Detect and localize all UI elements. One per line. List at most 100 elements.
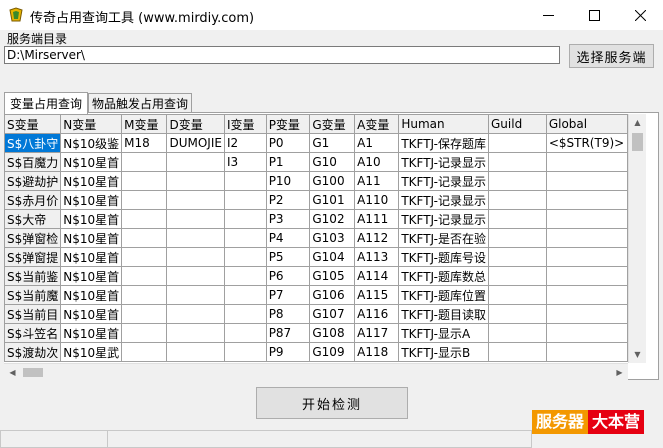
scroll-left-icon[interactable]: ◀ (4, 364, 21, 381)
table-row[interactable]: S$大帝 N$10星首 P3 G102 A111 TKFTJ-记录显示 (4, 209, 628, 229)
table-cell[interactable] (223, 228, 267, 248)
table-cell[interactable] (488, 323, 547, 343)
table-cell[interactable]: G109 (309, 342, 356, 362)
table-row[interactable]: S$百魔力 N$10星首 I3 P1 G10 A10 TKFTJ-记录显示 (4, 152, 628, 172)
table-cell[interactable]: A110 (354, 190, 400, 210)
table-cell[interactable]: P2 (265, 190, 311, 210)
table-cell[interactable]: TKFTJ-记录显示 (398, 171, 489, 191)
scroll-up-icon[interactable]: ▲ (629, 114, 646, 131)
table-cell[interactable]: G100 (309, 171, 356, 191)
column-header[interactable]: G变量 (309, 114, 356, 134)
table-cell[interactable]: G106 (309, 285, 356, 305)
table-cell[interactable] (166, 323, 225, 343)
table-cell[interactable] (121, 285, 168, 305)
table-cell[interactable] (121, 228, 168, 248)
table-cell[interactable]: G104 (309, 247, 356, 267)
table-cell[interactable]: P87 (265, 323, 311, 343)
table-cell[interactable]: N$10星首 (60, 285, 123, 305)
table-row[interactable]: S$弹窗提 N$10星首 P5 G104 A113 TKFTJ-题库号设 (4, 247, 628, 267)
table-cell[interactable] (488, 228, 547, 248)
table-cell[interactable] (223, 247, 267, 267)
table-row[interactable]: S$当前鉴 N$10星首 P6 G105 A114 TKFTJ-题库数总 (4, 266, 628, 286)
table-cell[interactable]: S$斗笠名 (4, 323, 62, 343)
table-cell[interactable]: A111 (354, 209, 400, 229)
horizontal-scrollbar[interactable]: ◀ ▶ (4, 363, 628, 381)
column-header[interactable]: P变量 (265, 114, 311, 134)
table-cell[interactable] (488, 209, 547, 229)
table-cell[interactable]: G1 (309, 133, 356, 153)
table-cell[interactable]: N$10星首 (60, 190, 123, 210)
table-cell[interactable]: P7 (265, 285, 311, 305)
table-cell[interactable] (121, 266, 168, 286)
table-cell[interactable]: N$10星首 (60, 152, 123, 172)
table-row[interactable]: S$当前目 N$10星首 P8 G107 A116 TKFTJ-题目读取 (4, 304, 628, 324)
browse-server-button[interactable]: 选择服务端 (569, 44, 654, 68)
table-cell[interactable]: P0 (265, 133, 311, 153)
table-cell[interactable] (121, 209, 168, 229)
table-cell[interactable] (121, 171, 168, 191)
table-cell[interactable]: I3 (223, 152, 267, 172)
table-cell[interactable]: A10 (354, 152, 400, 172)
table-cell[interactable]: N$10星首 (60, 228, 123, 248)
table-cell[interactable]: TKFTJ-记录显示 (398, 152, 489, 172)
table-row[interactable]: S$赤月价 N$10星首 P2 G101 A110 TKFTJ-记录显示 (4, 190, 628, 210)
table-cell[interactable]: DUMOJIE (166, 133, 225, 153)
table-row[interactable]: S$斗笠名 N$10星首 P87 G108 A117 TKFTJ-显示A (4, 323, 628, 343)
scroll-right-icon[interactable]: ▶ (611, 364, 628, 381)
close-button[interactable] (617, 0, 663, 30)
table-cell[interactable]: TKFTJ-保存题库 (398, 133, 489, 153)
table-cell[interactable]: A1 (354, 133, 400, 153)
table-cell[interactable]: TKFTJ-显示A (398, 323, 489, 343)
table-cell[interactable] (545, 152, 628, 172)
table-cell[interactable] (223, 285, 267, 305)
table-cell[interactable]: P8 (265, 304, 311, 324)
table-cell[interactable]: P3 (265, 209, 311, 229)
table-cell[interactable] (488, 285, 547, 305)
column-header[interactable]: D变量 (166, 114, 225, 134)
horizontal-scroll-thumb[interactable] (23, 368, 43, 377)
table-cell[interactable]: TKFTJ-题库号设 (398, 247, 489, 267)
results-grid[interactable]: S变量 N变量 M变量 D变量 I变量 P变量 G变量 A变量 Human Guild Global… (4, 114, 628, 363)
table-cell[interactable]: N$10星首 (60, 171, 123, 191)
column-header[interactable]: S变量 (4, 114, 62, 134)
table-cell[interactable]: A115 (354, 285, 400, 305)
table-cell[interactable]: TKFTJ-题库位置 (398, 285, 489, 305)
table-cell[interactable]: I2 (223, 133, 267, 153)
table-cell[interactable]: S$避劫护 (4, 171, 62, 191)
table-cell[interactable] (488, 190, 547, 210)
table-cell[interactable] (223, 323, 267, 343)
column-header[interactable]: Guild (488, 114, 547, 134)
column-header[interactable]: I变量 (223, 114, 267, 134)
table-cell[interactable]: TKFTJ-记录显示 (398, 190, 489, 210)
table-cell[interactable] (223, 342, 267, 362)
table-cell[interactable] (223, 266, 267, 286)
table-cell[interactable]: M18 (121, 133, 168, 153)
column-header[interactable]: A变量 (354, 114, 400, 134)
table-cell[interactable] (121, 190, 168, 210)
table-cell[interactable]: G101 (309, 190, 356, 210)
table-cell[interactable] (166, 171, 225, 191)
table-cell[interactable]: N$10星首 (60, 209, 123, 229)
table-cell[interactable]: G102 (309, 209, 356, 229)
vertical-scrollbar[interactable]: ▲ ▼ (628, 114, 646, 363)
table-cell[interactable] (488, 342, 547, 362)
tab-variable-usage[interactable]: 变量占用查询 (4, 92, 88, 114)
table-cell[interactable]: G107 (309, 304, 356, 324)
table-cell[interactable]: S$当前魔 (4, 285, 62, 305)
table-cell[interactable] (166, 266, 225, 286)
table-cell[interactable]: A114 (354, 266, 400, 286)
table-cell[interactable]: TKFTJ-记录显示 (398, 209, 489, 229)
table-cell[interactable]: N$10星首 (60, 304, 123, 324)
start-detect-button[interactable]: 开始检测 (256, 387, 408, 419)
table-cell[interactable]: S$当前目 (4, 304, 62, 324)
table-cell[interactable] (545, 247, 628, 267)
table-row[interactable]: S$弹窗检 N$10星首 P4 G103 A112 TKFTJ-是否在验 (4, 228, 628, 248)
table-cell[interactable]: G10 (309, 152, 356, 172)
table-cell[interactable] (545, 190, 628, 210)
table-cell[interactable]: TKFTJ-题库数总 (398, 266, 489, 286)
table-cell[interactable] (488, 304, 547, 324)
table-cell[interactable]: S$百魔力 (4, 152, 62, 172)
table-cell[interactable] (488, 133, 547, 153)
server-dir-input[interactable] (4, 46, 560, 64)
table-cell[interactable] (166, 152, 225, 172)
